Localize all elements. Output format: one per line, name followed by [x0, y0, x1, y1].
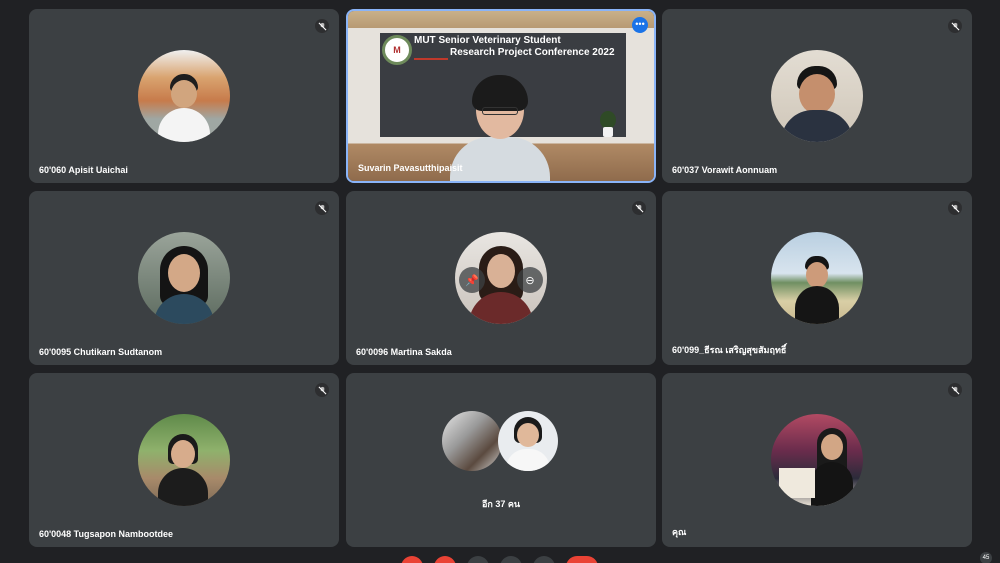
mic-off-icon	[948, 201, 962, 215]
mic-off-icon	[948, 383, 962, 397]
tile-hover-controls: 📌 ⊖	[455, 267, 547, 297]
participant-tile[interactable]: 60'0048 Tugsapon Nambootdee	[29, 373, 339, 547]
participant-name: 60'060 Apisit Uaichai	[39, 165, 128, 175]
more-options-icon[interactable]: •••	[632, 17, 648, 33]
slide-title-line2: Research Project Conference 2022	[450, 47, 615, 58]
avatar	[771, 414, 863, 506]
presenter-tile[interactable]: M MUT Senior Veterinary Student Research…	[346, 9, 656, 183]
raise-hand-button[interactable]	[500, 556, 522, 563]
participant-tile[interactable]: 60'060 Apisit Uaichai	[29, 9, 339, 183]
avatar	[442, 411, 502, 471]
avatar	[771, 232, 863, 324]
mic-off-icon	[315, 383, 329, 397]
mic-button[interactable]	[401, 556, 423, 563]
participant-name: 60'0048 Tugsapon Nambootdee	[39, 529, 174, 539]
participant-count-badge[interactable]: 45	[980, 552, 992, 563]
captions-button[interactable]	[467, 556, 489, 563]
end-call-button[interactable]	[566, 556, 598, 563]
slide-title-line1: MUT Senior Veterinary Student	[414, 35, 561, 46]
participant-tile[interactable]: 📌 ⊖ 60'0096 Martina Sakda	[346, 191, 656, 365]
camera-button[interactable]	[434, 556, 456, 563]
remove-icon[interactable]: ⊖	[517, 267, 543, 293]
mic-off-icon	[315, 201, 329, 215]
avatar	[138, 414, 230, 506]
participant-name: 60'0096 Martina Sakda	[356, 347, 452, 357]
avatar	[138, 50, 230, 142]
participant-name: 60'037 Vorawit Aonnuam	[672, 165, 778, 175]
self-tile[interactable]: คุณ	[662, 373, 972, 547]
mic-off-icon	[632, 201, 646, 215]
mic-off-icon	[315, 19, 329, 33]
present-button[interactable]	[533, 556, 555, 563]
plant-decor	[598, 111, 618, 137]
divider	[414, 58, 448, 60]
participant-name: Suvarin Pavasutthipaisit	[358, 163, 463, 173]
avatar	[138, 232, 230, 324]
conference-logo: M	[382, 35, 412, 65]
participant-tile[interactable]: 60'037 Vorawit Aonnuam	[662, 9, 972, 183]
glasses	[482, 107, 518, 115]
participant-name: 60'0095 Chutikarn Sudtanom	[39, 347, 163, 357]
others-count-label: อีก 37 คน	[481, 499, 521, 509]
avatar	[498, 411, 558, 471]
pin-icon[interactable]: 📌	[459, 267, 485, 293]
others-tile[interactable]: อีก 37 คน	[346, 373, 656, 547]
participant-name: คุณ	[672, 527, 687, 537]
participant-tile[interactable]: 60'099_ธีรณ เสริญสุขสัมฤทธิ์	[662, 191, 972, 365]
participant-tile[interactable]: 60'0095 Chutikarn Sudtanom	[29, 191, 339, 365]
mic-off-icon	[948, 19, 962, 33]
participant-name: 60'099_ธีรณ เสริญสุขสัมฤทธิ์	[672, 345, 787, 355]
avatar	[771, 50, 863, 142]
